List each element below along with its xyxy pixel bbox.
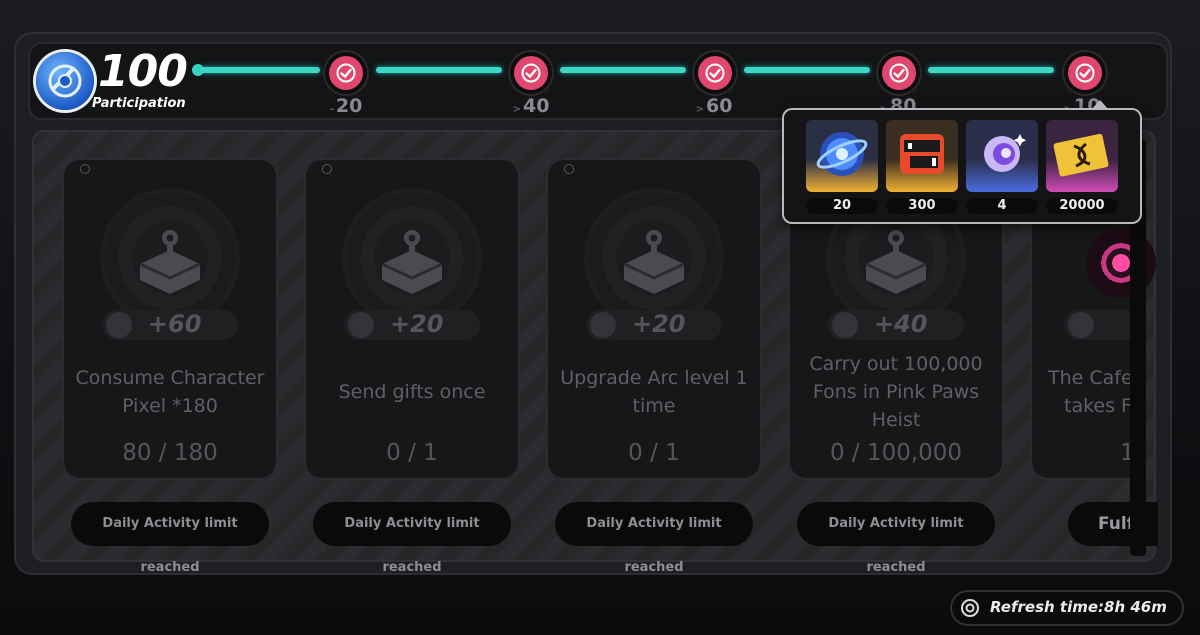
track-segment bbox=[560, 67, 686, 73]
activity-coin-icon bbox=[106, 312, 132, 338]
task-status-button[interactable]: Daily Activity limit reached bbox=[71, 502, 269, 575]
reward-item[interactable] bbox=[806, 120, 878, 192]
activity-coin-icon bbox=[36, 52, 94, 110]
milestone-node-80[interactable] bbox=[882, 56, 916, 90]
checkmark-icon bbox=[705, 63, 725, 83]
refresh-timer: Refresh time:8h 46m bbox=[950, 590, 1184, 626]
activity-coin-icon bbox=[590, 312, 616, 338]
reward-quantity: 20 bbox=[806, 198, 878, 214]
popup-arrow bbox=[1091, 100, 1109, 110]
reward-quantity: 300 bbox=[886, 198, 958, 214]
points-reward: +20 bbox=[586, 310, 722, 340]
milestone-node-40[interactable] bbox=[514, 56, 548, 90]
card-header bbox=[564, 164, 578, 174]
checkmark-icon bbox=[1075, 63, 1095, 83]
reward-preview-popup: 20 300 4 20000 bbox=[784, 100, 1140, 222]
dennies-card-icon bbox=[1053, 133, 1109, 177]
task-card: +20 Upgrade Arc level 1 time 0 / 1 bbox=[546, 158, 762, 480]
task-progress: 0 / 100,000 bbox=[829, 440, 963, 466]
task-progress: 0 / 1 bbox=[628, 440, 680, 466]
joystick-icon bbox=[623, 230, 685, 294]
joystick-icon bbox=[865, 230, 927, 294]
joystick-icon bbox=[381, 230, 443, 294]
activity-coin-icon bbox=[1068, 312, 1094, 338]
milestone-node-100[interactable] bbox=[1068, 56, 1102, 90]
reward-item[interactable] bbox=[886, 120, 958, 192]
refresh-time-text: Refresh time:8h 46m bbox=[990, 598, 1167, 616]
participation-label: Participation bbox=[92, 96, 186, 111]
task-description: Carry out 100,000 Fons in Pink Paws Heist bbox=[809, 353, 983, 431]
task-description: The Cafe takes Fo bbox=[1048, 367, 1140, 417]
reward-item[interactable] bbox=[966, 120, 1038, 192]
milestone-node-20[interactable] bbox=[329, 56, 363, 90]
reward-item[interactable] bbox=[1046, 120, 1118, 192]
task-description: Send gifts once bbox=[338, 381, 486, 403]
card-header bbox=[80, 164, 94, 174]
purple-orb-icon bbox=[984, 134, 1027, 172]
milestone-label: >40 bbox=[512, 95, 550, 117]
joystick-icon bbox=[139, 230, 201, 294]
task-status-button[interactable]: Daily Activity limit reached bbox=[313, 502, 511, 575]
track-segment bbox=[376, 67, 502, 73]
activity-coin-icon bbox=[832, 312, 858, 338]
reward-quantity: 20000 bbox=[1046, 198, 1118, 214]
task-status-button[interactable]: Daily Activity limit reached bbox=[797, 502, 995, 575]
task-card: +20 Send gifts once 0 / 1 bbox=[304, 158, 520, 480]
points-reward: +20 bbox=[344, 310, 480, 340]
milestone-label: >60 bbox=[695, 95, 733, 117]
task-status-button[interactable]: Daily Activity limit reached bbox=[555, 502, 753, 575]
track-segment bbox=[928, 67, 1054, 73]
task-description: Consume Character Pixel *180 bbox=[75, 367, 265, 417]
track-segment bbox=[744, 67, 870, 73]
progress-bar-area bbox=[28, 42, 1168, 120]
activity-coin-icon bbox=[348, 312, 374, 338]
track-segment bbox=[200, 67, 320, 73]
points-reward: +60 bbox=[102, 310, 238, 340]
hunter-emblem-icon bbox=[900, 134, 944, 174]
reward-quantity: 4 bbox=[966, 198, 1038, 214]
points-reward: + bbox=[1064, 310, 1140, 340]
checkmark-icon bbox=[889, 63, 909, 83]
points-reward: +40 bbox=[828, 310, 964, 340]
task-progress: 80 / 180 bbox=[122, 440, 218, 466]
checkmark-icon bbox=[521, 63, 541, 83]
task-card: +60 Consume Character Pixel *180 80 / 180 bbox=[62, 158, 278, 480]
milestone-label: -20 bbox=[329, 95, 363, 117]
task-progress: 0 / 1 bbox=[386, 440, 438, 466]
polychrome-crystal-icon bbox=[816, 132, 868, 176]
participation-score: 100 bbox=[98, 46, 188, 97]
task-description: Upgrade Arc level 1 time bbox=[560, 367, 748, 417]
milestone-node-60[interactable] bbox=[698, 56, 732, 90]
card-header bbox=[322, 164, 336, 174]
checkmark-icon bbox=[336, 63, 356, 83]
clock-icon bbox=[961, 599, 979, 617]
